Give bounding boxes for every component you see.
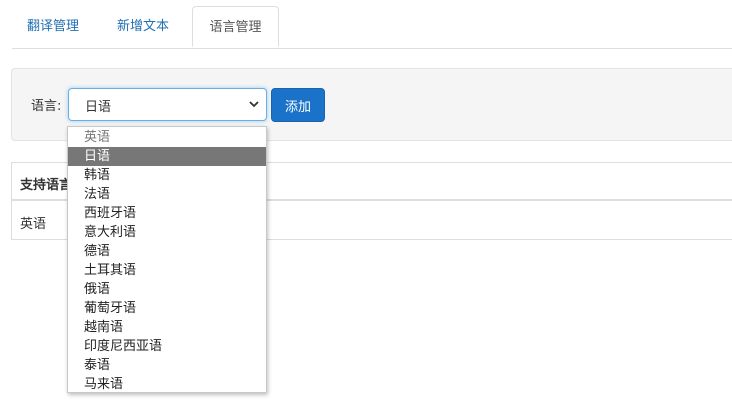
dropdown-option[interactable]: 泰语 bbox=[68, 356, 266, 375]
language-select-value: 日语 bbox=[85, 100, 112, 115]
dropdown-option[interactable]: 韩语 bbox=[68, 166, 266, 185]
dropdown-option[interactable]: 德语 bbox=[68, 242, 266, 261]
dropdown-option[interactable]: 葡萄牙语 bbox=[68, 299, 266, 318]
tab-translation-management[interactable]: 翻译管理 bbox=[27, 6, 79, 47]
dropdown-option[interactable]: 意大利语 bbox=[68, 223, 266, 242]
language-management-page: 翻译管理 新增文本 语言管理 语言: 日语 添加 支持语言 英语 英语 日语 韩… bbox=[0, 0, 732, 408]
language-label: 语言: bbox=[31, 99, 62, 114]
dropdown-option[interactable]: 俄语 bbox=[68, 280, 266, 299]
tab-add-text[interactable]: 新增文本 bbox=[117, 6, 169, 47]
tab-language-management[interactable]: 语言管理 bbox=[192, 6, 279, 47]
dropdown-option[interactable]: 西班牙语 bbox=[68, 204, 266, 223]
dropdown-option[interactable]: 越南语 bbox=[68, 318, 266, 337]
chevron-down-icon bbox=[249, 101, 259, 108]
dropdown-option[interactable]: 日语 bbox=[68, 147, 266, 166]
tab-bar: 翻译管理 新增文本 语言管理 bbox=[12, 6, 732, 49]
dropdown-option[interactable]: 印度尼西亚语 bbox=[68, 337, 266, 356]
dropdown-option[interactable]: 马来语 bbox=[68, 375, 266, 394]
language-dropdown-list: 英语 日语 韩语 法语 西班牙语 意大利语 德语 土耳其语 俄语 葡萄牙语 越南… bbox=[67, 126, 267, 393]
table-row: 英语 bbox=[20, 217, 47, 232]
dropdown-option[interactable]: 土耳其语 bbox=[68, 261, 266, 280]
column-header-supported-languages: 支持语言 bbox=[20, 178, 73, 193]
add-button[interactable]: 添加 bbox=[271, 88, 325, 122]
dropdown-option[interactable]: 法语 bbox=[68, 185, 266, 204]
dropdown-option: 英语 bbox=[84, 130, 111, 145]
language-select[interactable]: 日语 bbox=[68, 88, 267, 121]
